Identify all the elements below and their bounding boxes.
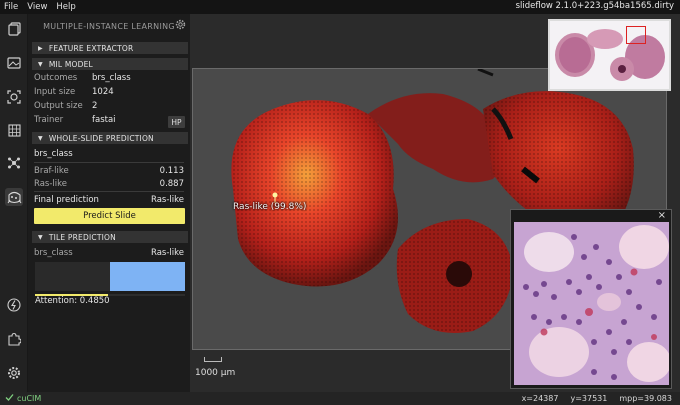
slide-thumbnail[interactable]: [548, 19, 671, 91]
row-value: fastai: [92, 115, 116, 125]
row-value: 2: [92, 101, 98, 111]
tile-close-icon[interactable]: ×: [658, 210, 666, 221]
app-version: slideflow 2.1.0+223.g54ba1565.dirty: [515, 1, 674, 11]
section-whole-slide-prediction[interactable]: ▼ WHOLE-SLIDE PREDICTION: [32, 132, 188, 144]
focus-icon[interactable]: [5, 88, 23, 106]
final-prediction-value: Ras-like: [151, 195, 184, 205]
scale-bar: [204, 357, 222, 362]
thumbnail-viewport-box: [626, 26, 646, 44]
row-input-size: Input size 1024: [34, 86, 184, 98]
expanded-triangle-icon: ▼: [38, 233, 43, 241]
mil-panel: MULTIPLE-INSTANCE LEARNING ▶ FEATURE EXT…: [28, 14, 190, 392]
menu-help[interactable]: Help: [56, 2, 75, 12]
menu-view[interactable]: View: [27, 2, 47, 12]
expanded-triangle-icon: ▼: [38, 60, 43, 68]
row-key: Output size: [34, 101, 83, 111]
tile-preview-window: ×: [510, 209, 672, 389]
outcome-name: brs_class: [34, 149, 73, 159]
tile-prediction-value: Ras-like: [151, 248, 184, 258]
extension-icon[interactable]: [5, 296, 23, 314]
attention-label: Attention: 0.4850: [35, 296, 110, 306]
status-bar: cuCIM x=24387 y=37531 mpp=39.083: [0, 392, 680, 405]
coord-mpp: mpp=39.083: [619, 394, 672, 403]
tile-prediction-bar: [110, 262, 185, 291]
coord-x: x=24387: [521, 394, 559, 403]
coord-y: y=37531: [570, 394, 608, 403]
section-label: MIL MODEL: [48, 59, 93, 69]
slide-viewer[interactable]: Ras-like (99.8%) × 1000 μm: [190, 14, 680, 392]
molecule-icon[interactable]: [5, 154, 23, 172]
panel-gear-icon[interactable]: [175, 19, 186, 32]
prediction-value: 0.113: [159, 166, 184, 176]
section-feature-extractor[interactable]: ▶ FEATURE EXTRACTOR: [32, 42, 188, 54]
row-outcomes: Outcomes brs_class: [34, 72, 184, 84]
tile-image: [514, 222, 669, 385]
copy-icon[interactable]: [5, 20, 23, 38]
predict-slide-button[interactable]: Predict Slide: [34, 208, 185, 224]
row-trainer: Trainer fastai: [34, 114, 184, 126]
backend-label: cuCIM: [17, 394, 42, 403]
prediction-value: 0.887: [159, 179, 184, 189]
thumbnail-image: [555, 29, 665, 81]
coordinate-readout: x=24387 y=37531 mpp=39.083: [522, 394, 672, 403]
row-key: Outcomes: [34, 73, 78, 83]
hp-button[interactable]: HP: [168, 116, 185, 128]
puzzle-icon[interactable]: [5, 330, 23, 348]
final-prediction-row: Final prediction Ras-like: [34, 194, 184, 206]
mil-icon[interactable]: [5, 188, 23, 206]
row-output-size: Output size 2: [34, 100, 184, 112]
divider: [34, 191, 184, 192]
tile-prediction-row: brs_class Ras-like: [34, 247, 184, 259]
prediction-row-ras: Ras-like 0.887: [34, 178, 184, 190]
tile-histology: [514, 222, 669, 385]
prediction-row-braf: Braf-like 0.113: [34, 165, 184, 177]
prediction-annotation: Ras-like (99.8%): [233, 202, 307, 212]
section-label: FEATURE EXTRACTOR: [48, 43, 134, 53]
row-key: Input size: [34, 87, 76, 97]
row-value: 1024: [92, 87, 114, 97]
menu-file[interactable]: File: [4, 2, 18, 12]
backend-indicator: cuCIM: [5, 393, 41, 404]
row-value: brs_class: [92, 73, 131, 83]
section-mil-model[interactable]: ▼ MIL MODEL: [32, 58, 188, 70]
backend-check-icon: [5, 393, 14, 404]
scale-label: 1000 μm: [195, 368, 236, 378]
slide-icon[interactable]: [5, 54, 23, 72]
icon-rail: [0, 14, 28, 392]
expanded-triangle-icon: ▼: [38, 134, 43, 142]
collapsed-triangle-icon: ▶: [38, 44, 43, 52]
wsp-outcome: brs_class: [34, 148, 184, 160]
tile-prediction-chart: [35, 262, 185, 291]
tile-outcome: brs_class: [34, 248, 73, 258]
row-key: Trainer: [34, 115, 64, 125]
prediction-label: Braf-like: [34, 166, 69, 176]
attention-row: Attention: 0.4850: [35, 295, 185, 307]
divider: [34, 162, 184, 163]
section-label: WHOLE-SLIDE PREDICTION: [48, 133, 154, 143]
menu-bar: File View Help slideflow 2.1.0+223.g54ba…: [0, 0, 680, 14]
panel-title: MULTIPLE-INSTANCE LEARNING: [28, 17, 190, 35]
panel-title-text: MULTIPLE-INSTANCE LEARNING: [43, 21, 175, 31]
final-prediction-label: Final prediction: [34, 195, 99, 205]
section-label: TILE PREDICTION: [48, 232, 116, 242]
settings-icon[interactable]: [5, 364, 23, 382]
grid-icon[interactable]: [5, 121, 23, 139]
section-tile-prediction[interactable]: ▼ TILE PREDICTION: [32, 231, 188, 243]
prediction-label: Ras-like: [34, 179, 67, 189]
